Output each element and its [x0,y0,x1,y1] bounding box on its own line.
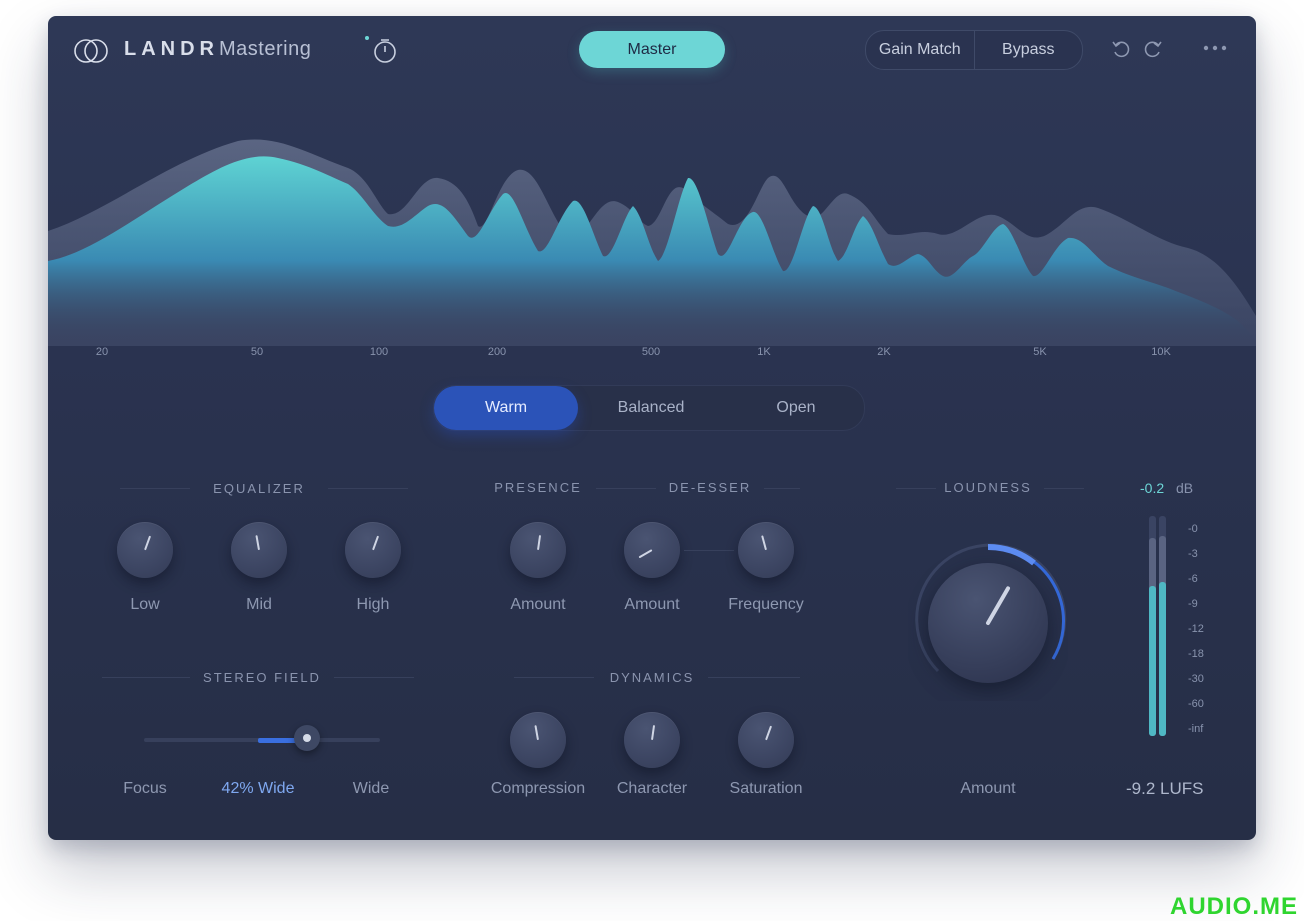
divider [120,488,190,489]
meter-tick: -inf [1188,723,1204,735]
product-name: Mastering [219,38,312,60]
master-button[interactable]: Master [579,31,725,68]
divider [708,677,800,678]
meter-tick: -3 [1188,548,1198,560]
watermark-text: AUDIO.ME [1170,893,1298,920]
loudness-meter [1149,516,1166,736]
stereo-wide-label: Wide [352,780,390,797]
loudness-amount-label: Amount [960,780,1016,797]
knob-indicator [638,549,653,559]
compression-label: Compression [490,780,586,797]
divider [764,488,800,489]
mode-open[interactable]: Open [724,386,868,430]
saturation-label: Saturation [729,780,803,797]
eq-low-label: Low [130,596,160,613]
meter-tick: -60 [1188,698,1204,710]
redo-icon[interactable] [1142,38,1164,60]
meter-tick: -6 [1188,573,1198,585]
character-knob[interactable] [624,712,680,768]
eq-low-knob[interactable] [117,522,173,578]
peak-db-unit: dB [1176,480,1194,496]
freq-label: 2K [877,346,891,358]
mode-balanced[interactable]: Balanced [579,386,723,430]
deesser-title: DE-ESSER [668,480,752,495]
divider [334,677,414,678]
eq-high-label: High [356,596,390,613]
freq-label: 200 [487,346,507,358]
meter-tick: -0 [1188,523,1198,535]
gain-match-button[interactable]: Gain Match [866,31,974,69]
divider [102,677,190,678]
character-label: Character [616,780,688,797]
deesser-frequency-knob[interactable] [738,522,794,578]
meter-tick: -12 [1188,623,1204,635]
header-toggle-group: Gain Match Bypass [865,30,1083,70]
presence-title: PRESENCE [494,480,582,495]
freq-label: 100 [369,346,389,358]
divider [514,677,594,678]
knob-indicator [651,725,656,741]
meter-tick: -18 [1188,648,1204,660]
stereo-slider-thumb[interactable] [294,725,320,751]
presence-amount-label: Amount [510,596,566,613]
loudness-title: LOUDNESS [944,480,1032,495]
freq-label: 1K [757,346,771,358]
compression-knob[interactable] [510,712,566,768]
deesser-amount-label: Amount [624,596,680,613]
freq-label: 20 [95,346,109,358]
stereo-value-label: 42% Wide [221,780,295,797]
stereo-focus-label: Focus [123,780,167,797]
saturation-knob[interactable] [738,712,794,768]
meter-tick: -9 [1188,598,1198,610]
peak-db-value: -0.2 [1140,480,1165,496]
loudness-amount-knob[interactable] [908,541,1068,701]
spectrum-fill [48,156,1256,346]
meter-tick: -30 [1188,673,1204,685]
eq-mid-knob[interactable] [231,522,287,578]
eq-mid-label: Mid [246,596,272,613]
divider [896,488,936,489]
dynamics-title: DYNAMICS [609,670,695,685]
landr-logo-icon [74,39,108,63]
divider [1044,488,1084,489]
knob-indicator [534,725,539,741]
knob-indicator [255,535,260,551]
mode-selector: Warm Balanced Open [433,385,865,431]
divider [328,488,408,489]
stereo-field-title: STEREO FIELD [203,670,321,685]
deesser-frequency-label: Frequency [728,596,804,613]
spectrum-analyzer [48,139,1256,346]
knob-indicator [761,535,767,551]
presence-amount-knob[interactable] [510,522,566,578]
mastering-plugin-window: LANDR Mastering Master Gain Match Bypass [48,16,1256,840]
timer-icon[interactable] [364,34,400,68]
bypass-button[interactable]: Bypass [975,31,1083,69]
knob-indicator [537,535,542,551]
freq-label: 5K [1033,346,1047,358]
more-options-icon[interactable] [1202,40,1228,56]
freq-label: 500 [641,346,661,358]
mode-warm[interactable]: Warm [434,386,578,430]
eq-high-knob[interactable] [345,522,401,578]
knob-indicator [372,535,380,551]
brand-name: LANDR [124,38,219,60]
freq-label: 10K [1151,346,1171,358]
equalizer-title: EQUALIZER [213,481,305,496]
knob-indicator [144,535,152,551]
divider [596,488,656,489]
undo-icon[interactable] [1110,38,1132,60]
knob-link [684,550,734,551]
deesser-amount-knob[interactable] [624,522,680,578]
freq-label: 50 [250,346,264,358]
lufs-readout: -9.2 LUFS [1126,779,1204,798]
knob-indicator [765,725,773,741]
